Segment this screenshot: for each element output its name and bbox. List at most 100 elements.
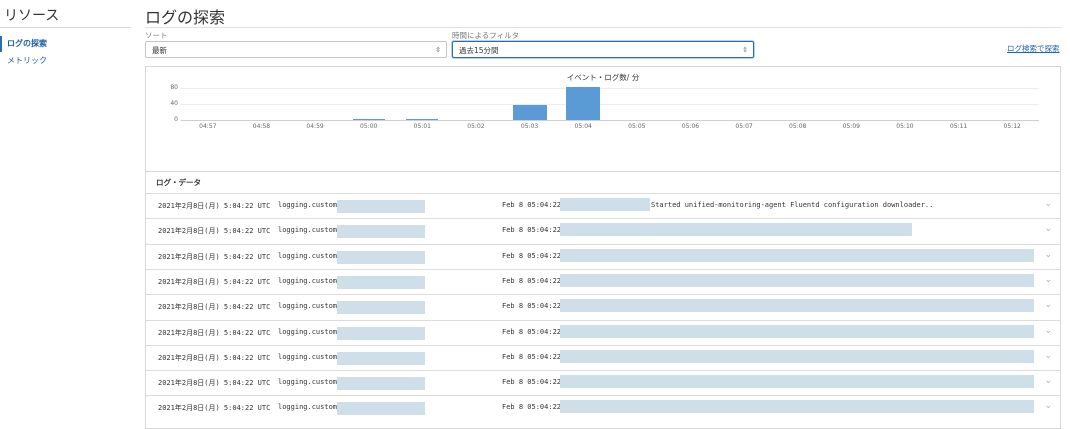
table-row[interactable]: 2021年2月8日(月) 5:04:22 UTC logging.custom. F…	[146, 268, 1060, 294]
log-message-time: Feb 8 05:04:22	[502, 378, 562, 387]
log-timestamp: 2021年2月8日(月) 5:04:22 UTC	[158, 404, 271, 413]
x-tick-label: 04:58	[252, 123, 271, 130]
log-timestamp: 2021年2月8日(月) 5:04:22 UTC	[158, 252, 271, 261]
redacted-message	[560, 349, 1034, 363]
redacted-message	[560, 375, 1034, 389]
bar-0503[interactable]	[512, 104, 547, 120]
log-message-time: Feb 8 05:04:22	[502, 327, 562, 336]
x-tick-label: 05:11	[949, 123, 968, 130]
log-source: logging.custom.	[278, 352, 342, 361]
x-tick-label: 05:03	[520, 123, 539, 130]
sort-label: ソート	[145, 31, 168, 40]
redacted-message	[560, 273, 1034, 287]
bar-0501[interactable]	[406, 118, 439, 120]
sidebar-title: リソース	[4, 8, 60, 24]
section-divider	[146, 171, 1060, 172]
chevron-down-icon[interactable]: ⌄	[1044, 199, 1052, 209]
log-source: logging.custom.	[278, 378, 342, 387]
log-message-time: Feb 8 05:04:22	[502, 352, 562, 361]
redacted-source	[337, 402, 425, 416]
log-message-text: Started unified-monitoring-agent Fluentd…	[651, 201, 934, 209]
explore-with-log-search-link[interactable]: ログ検索で探索	[1007, 43, 1060, 54]
table-row[interactable]: 2021年2月8日(月) 5:04:22 UTC logging.custom. F…	[146, 193, 1060, 218]
chevron-down-icon[interactable]: ⌄	[1044, 275, 1052, 285]
log-message-time: Feb 8 05:04:22	[502, 276, 562, 285]
x-tick-label: 05:08	[789, 123, 807, 130]
log-timestamp: 2021年2月8日(月) 5:04:22 UTC	[158, 227, 271, 236]
redacted-message	[560, 223, 912, 237]
time-filter-label: 時間によるフィルタ	[452, 31, 520, 40]
redacted-source	[337, 200, 425, 213]
bar-0500[interactable]	[352, 118, 385, 120]
table-row[interactable]: 2021年2月8日(月) 5:04:22 UTC logging.custom. F…	[146, 294, 1060, 319]
chevron-down-icon[interactable]: ⌄	[1044, 300, 1052, 310]
x-tick-label: 05:04	[574, 123, 592, 130]
x-tick-label: 05:12	[1003, 123, 1021, 130]
log-source: logging.custom.	[278, 276, 342, 285]
redacted-source	[337, 377, 425, 391]
log-message-time: Feb 8 05:04:22	[502, 251, 562, 260]
chevron-down-icon[interactable]: ⌄	[1044, 250, 1052, 260]
log-message-time: Feb 8 05:04:22	[502, 201, 562, 209]
x-tick-label: 05:09	[842, 123, 860, 130]
table-row[interactable]: 2021年2月8日(月) 5:04:22 UTC logging.custom. F…	[146, 243, 1060, 269]
table-row[interactable]: 2021年2月8日(月) 5:04:22 UTC logging.custom. F…	[146, 344, 1060, 370]
redacted-source	[337, 301, 425, 315]
redacted-source	[337, 275, 425, 289]
log-source: logging.custom.	[278, 251, 342, 260]
x-tick-label: 05:05	[628, 123, 646, 130]
redacted-message	[560, 198, 650, 211]
chevron-down-icon[interactable]: ⌄	[1044, 401, 1052, 411]
redacted-source	[337, 225, 425, 239]
log-source: logging.custom.	[278, 226, 342, 235]
table-row[interactable]: 2021年2月8日(月) 5:04:22 UTC logging.custom. F…	[146, 370, 1060, 395]
log-timestamp: 2021年2月8日(月) 5:04:22 UTC	[158, 202, 271, 210]
x-tick-label: 05:00	[360, 123, 378, 130]
redacted-message	[560, 299, 1034, 313]
chevron-down-icon[interactable]: ⌄	[1044, 326, 1052, 336]
sidebar: リソース ログの探索 メトリック	[0, 0, 131, 429]
sidebar-item-metrics[interactable]: メトリック	[0, 53, 128, 69]
x-tick-label: 04:59	[306, 123, 324, 130]
select-arrows-icon: ⇳	[435, 46, 441, 54]
y-tick-label: 40	[170, 100, 178, 108]
log-timestamp: 2021年2月8日(月) 5:04:22 UTC	[158, 303, 271, 312]
y-tick-label: 0	[174, 116, 178, 123]
chart-title: イベント・ログ数/ 分	[566, 73, 640, 82]
x-tick-label: 05:07	[735, 123, 753, 130]
x-tick-label: 05:06	[681, 123, 700, 130]
log-message-time: Feb 8 05:04:22	[502, 226, 562, 235]
log-source: logging.custom.	[278, 302, 342, 311]
y-tick-label: 80	[170, 84, 178, 92]
table-row[interactable]: 2021年2月8日(月) 5:04:22 UTC logging.custom. F…	[146, 319, 1060, 345]
sidebar-divider	[0, 27, 131, 28]
redacted-source	[337, 326, 425, 340]
chevron-down-icon[interactable]: ⌄	[1044, 376, 1052, 386]
title-divider	[145, 27, 1062, 28]
log-timestamp: 2021年2月8日(月) 5:04:22 UTC	[158, 277, 271, 286]
table-row[interactable]: 2021年2月8日(月) 5:04:22 UTC logging.custom. F…	[146, 395, 1060, 420]
sidebar-item-log-explore[interactable]: ログの探索	[0, 36, 128, 52]
select-arrows-icon: ⇳	[742, 46, 748, 54]
sort-value: 最新	[152, 46, 167, 55]
x-tick-label: 05:01	[413, 123, 431, 130]
log-timestamp: 2021年2月8日(月) 5:04:22 UTC	[158, 353, 271, 362]
sort-select[interactable]: 最新 ⇳	[145, 41, 447, 58]
chevron-down-icon[interactable]: ⌄	[1044, 224, 1052, 234]
log-data-title: ログ・データ	[156, 178, 201, 187]
x-axis-line	[181, 120, 1039, 121]
x-tick-label: 05:10	[896, 123, 914, 130]
grid-line	[181, 88, 1039, 90]
time-filter-select[interactable]: 過去15分間 ⇳	[452, 41, 754, 58]
table-row[interactable]: 2021年2月8日(月) 5:04:22 UTC logging.custom. F…	[146, 218, 1060, 243]
log-timestamp: 2021年2月8日(月) 5:04:22 UTC	[158, 328, 271, 337]
log-timestamp: 2021年2月8日(月) 5:04:22 UTC	[158, 379, 271, 388]
bar-0504[interactable]	[566, 87, 601, 120]
log-panel: イベント・ログ数/ 分 0 40 80 04:57 04:58 04:59 05:00 05:…	[145, 66, 1061, 429]
chevron-down-icon[interactable]: ⌄	[1044, 351, 1052, 361]
redacted-source	[337, 351, 425, 365]
log-source: logging.custom.	[278, 403, 342, 412]
log-message-time: Feb 8 05:04:22	[502, 302, 562, 311]
x-tick-label: 05:02	[467, 123, 485, 130]
grid-line	[181, 104, 1039, 106]
